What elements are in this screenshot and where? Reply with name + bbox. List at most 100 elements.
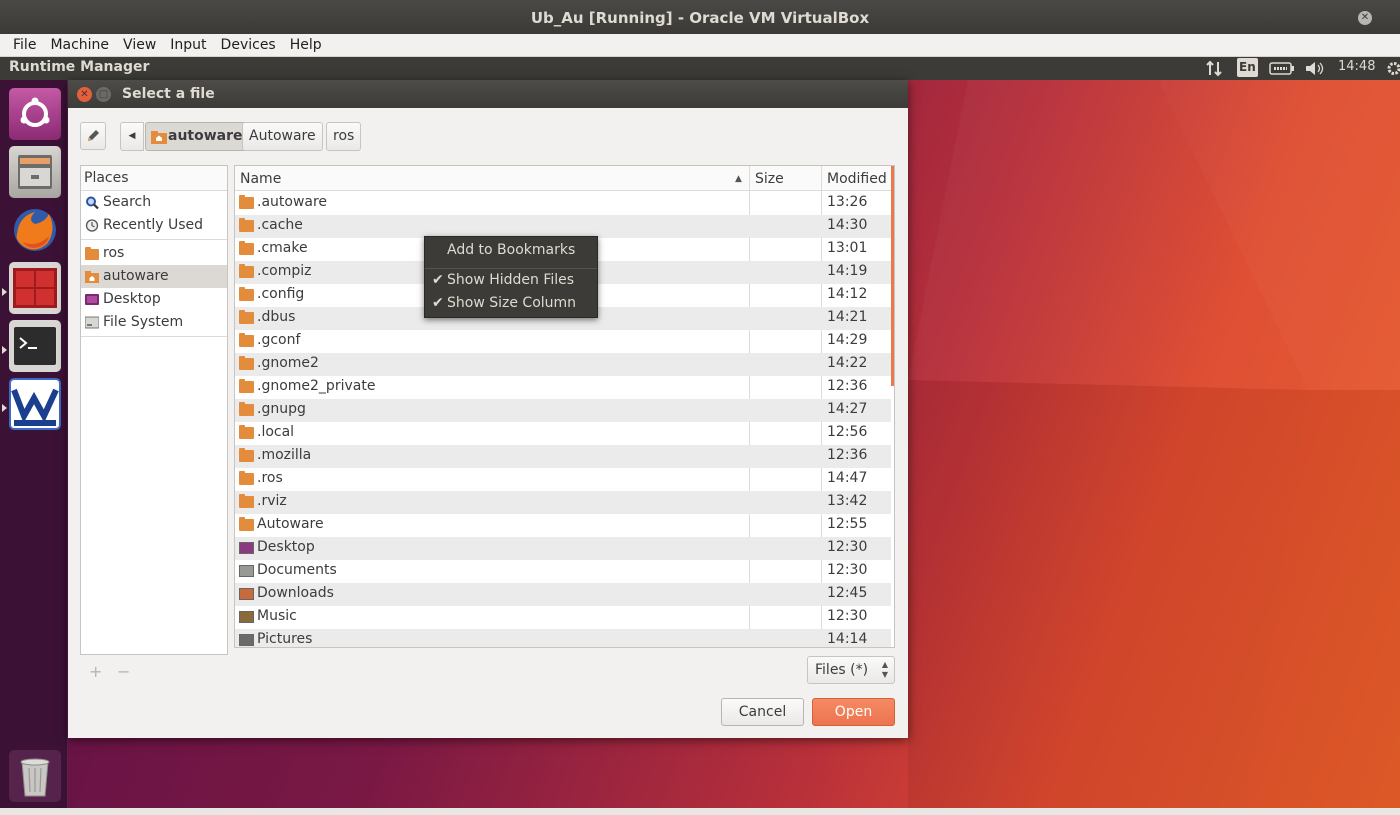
- file-name: .gnome2_private: [257, 378, 376, 394]
- runtime-manager-icon: [13, 268, 57, 308]
- place-file-system[interactable]: File System: [81, 311, 227, 334]
- sort-ascending-icon: ▲: [735, 174, 742, 184]
- menu-show-size-column[interactable]: Show Size Column: [447, 295, 576, 315]
- file-name: Pictures: [257, 631, 313, 647]
- menu-machine[interactable]: Machine: [50, 37, 109, 53]
- place-label: Search: [103, 194, 152, 210]
- dialog-maximize-button[interactable]: □: [96, 87, 111, 102]
- file-name: .compiz: [257, 263, 312, 279]
- remove-bookmark-button[interactable]: −: [117, 662, 130, 681]
- file-modified: 14:21: [827, 309, 868, 325]
- launcher-runtime-manager-icon[interactable]: [9, 262, 61, 314]
- file-modified: 12:56: [827, 424, 868, 440]
- menu-separator: [425, 268, 597, 269]
- menu-help[interactable]: Help: [290, 37, 322, 53]
- launcher-dash-icon[interactable]: [9, 88, 61, 140]
- firefox-icon: [14, 209, 56, 251]
- open-button[interactable]: Open: [812, 698, 895, 726]
- active-app-name: Runtime Manager: [9, 59, 150, 75]
- place-desktop[interactable]: Desktop: [81, 288, 227, 311]
- search-icon: [86, 196, 99, 209]
- place-autoware[interactable]: autoware: [81, 265, 227, 288]
- desktop-icon: [85, 294, 99, 305]
- file-row[interactable]: Autoware 12:55: [235, 514, 891, 537]
- place-search[interactable]: Search: [81, 191, 227, 214]
- place-label: File System: [103, 314, 184, 330]
- menu-show-hidden-files[interactable]: Show Hidden Files: [447, 272, 574, 292]
- place-label: autoware: [103, 268, 169, 284]
- file-row[interactable]: .cache 14:30: [235, 215, 891, 238]
- add-bookmark-button[interactable]: +: [89, 662, 102, 681]
- place-label: Recently Used: [103, 217, 204, 233]
- clock[interactable]: 14:48: [1338, 59, 1375, 74]
- menu-item-label: Show Size Column: [447, 295, 577, 311]
- launcher-running-indicator: [2, 404, 7, 412]
- column-name-header[interactable]: Name: [240, 171, 281, 187]
- launcher-firefox-icon[interactable]: [9, 204, 61, 256]
- menu-file[interactable]: File: [13, 37, 36, 53]
- file-row[interactable]: .gnupg 14:27: [235, 399, 891, 422]
- file-row[interactable]: Music 12:30: [235, 606, 891, 629]
- folder-icon: [239, 402, 254, 416]
- window-close-button[interactable]: ✕: [1358, 11, 1372, 25]
- file-name: Music: [257, 608, 297, 624]
- file-row[interactable]: Documents 12:30: [235, 560, 891, 583]
- file-row[interactable]: .gnome2 14:22: [235, 353, 891, 376]
- cancel-button[interactable]: Cancel: [721, 698, 804, 726]
- path-button-ros[interactable]: ros: [326, 122, 362, 151]
- file-row[interactable]: .gnome2_private 12:36: [235, 376, 891, 399]
- file-modified: 12:36: [827, 378, 868, 394]
- file-row[interactable]: .local 12:56: [235, 422, 891, 445]
- home-folder-icon: [85, 271, 99, 283]
- trash-icon: [20, 758, 50, 797]
- folder-icon: [239, 471, 254, 485]
- volume-icon[interactable]: [1305, 61, 1325, 76]
- menu-add-to-bookmarks[interactable]: Add to Bookmarks: [447, 242, 575, 262]
- vbox-titlebar: Ub_Au [Running] - Oracle VM VirtualBox ✕: [0, 0, 1400, 34]
- file-row[interactable]: Pictures 14:14: [235, 629, 891, 647]
- file-modified: 12:45: [827, 585, 868, 601]
- column-modified-header[interactable]: Modified: [827, 171, 887, 187]
- system-gear-icon[interactable]: [1386, 60, 1400, 77]
- path-button-autoware-dir[interactable]: Autoware: [242, 122, 323, 151]
- file-modified: 14:30: [827, 217, 868, 233]
- file-row[interactable]: .gconf 14:29: [235, 330, 891, 353]
- file-row[interactable]: .rviz 13:42: [235, 491, 891, 514]
- file-modified: 14:12: [827, 286, 868, 302]
- menu-devices[interactable]: Devices: [221, 37, 276, 53]
- places-separator: [81, 336, 227, 337]
- path-button-autoware[interactable]: autoware: [145, 122, 250, 151]
- launcher-trash-icon[interactable]: [9, 750, 61, 802]
- launcher-terminal-icon[interactable]: [9, 320, 61, 372]
- dialog-close-button[interactable]: ✕: [77, 87, 92, 102]
- place-recently-used[interactable]: Recently Used: [81, 214, 227, 237]
- path-scroll-left-button[interactable]: ◀: [120, 122, 144, 151]
- file-row[interactable]: .mozilla 12:36: [235, 445, 891, 468]
- file-modified: 12:30: [827, 539, 868, 555]
- menu-view[interactable]: View: [123, 37, 156, 53]
- file-row[interactable]: Desktop 12:30: [235, 537, 891, 560]
- place-ros[interactable]: ros: [81, 242, 227, 265]
- column-size-header[interactable]: Size: [755, 171, 784, 187]
- file-modified: 14:47: [827, 470, 868, 486]
- menu-input[interactable]: Input: [170, 37, 206, 53]
- folder-icon: [239, 379, 254, 393]
- file-modified: 14:22: [827, 355, 868, 371]
- unity-launcher: [0, 80, 68, 808]
- file-name: .rviz: [257, 493, 287, 509]
- file-row[interactable]: .ros 14:47: [235, 468, 891, 491]
- keyboard-layout-indicator[interactable]: En: [1237, 58, 1258, 77]
- file-type-filter[interactable]: Files (*) ▲ ▼: [807, 656, 895, 684]
- launcher-files-icon[interactable]: [9, 146, 61, 198]
- file-modified: 13:26: [827, 194, 868, 210]
- desktop-icon: [239, 542, 254, 554]
- file-row[interactable]: .autoware 13:26: [235, 192, 891, 215]
- terminal-icon: [14, 327, 56, 365]
- folder-icon: [239, 287, 254, 301]
- file-row[interactable]: Downloads 12:45: [235, 583, 891, 606]
- file-list-scrollbar[interactable]: [891, 166, 894, 386]
- battery-icon[interactable]: [1269, 61, 1295, 76]
- launcher-autoware-icon[interactable]: [9, 378, 61, 430]
- network-transfer-icon[interactable]: [1205, 60, 1223, 77]
- location-edit-button[interactable]: [80, 122, 106, 150]
